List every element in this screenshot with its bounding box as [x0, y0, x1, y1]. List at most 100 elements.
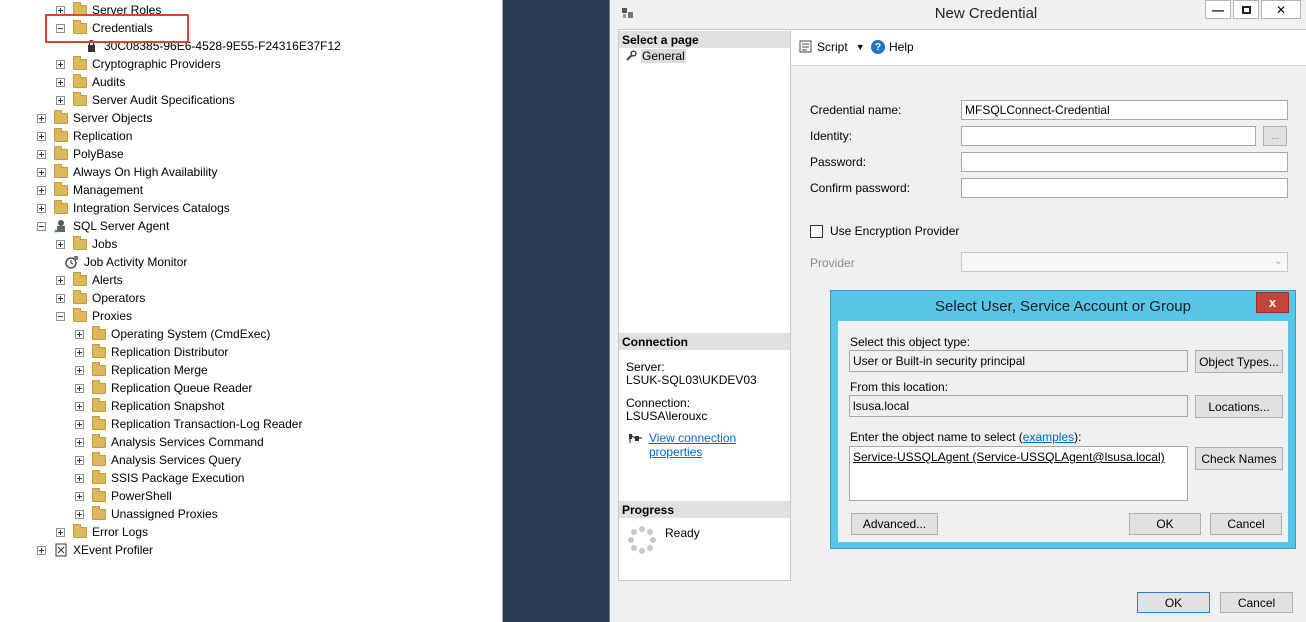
tree-item[interactable]: Audits — [56, 73, 125, 91]
examples-link[interactable]: examples — [1023, 430, 1074, 444]
expand-icon[interactable] — [56, 527, 65, 537]
tree-item[interactable]: Replication Transaction-Log Reader — [75, 415, 302, 433]
tree-item[interactable]: Replication Queue Reader — [75, 379, 252, 397]
expand-icon[interactable] — [56, 293, 65, 303]
page-general[interactable]: General — [625, 48, 686, 64]
tree-item[interactable]: XEvent Profiler — [37, 541, 153, 559]
select-cancel-button[interactable]: Cancel — [1210, 513, 1282, 535]
tree-item-label: SQL Server Agent — [73, 219, 170, 233]
tree-item[interactable]: Error Logs — [56, 523, 148, 541]
checkbox-box — [810, 224, 823, 238]
expand-icon[interactable] — [37, 131, 46, 141]
chevron-down-icon: ⌄ — [1273, 255, 1283, 267]
expand-icon[interactable] — [75, 347, 84, 357]
expand-icon[interactable] — [75, 473, 84, 483]
tree-item[interactable]: SQL Server Agent — [37, 217, 169, 235]
expand-icon[interactable] — [37, 545, 46, 555]
tree-item[interactable]: Replication Snapshot — [75, 397, 224, 415]
tree-item[interactable]: Operating System (CmdExec) — [75, 325, 270, 343]
object-name-label-prefix: Enter the object name to select ( — [850, 430, 1023, 444]
expand-icon[interactable] — [75, 509, 84, 519]
ok-button[interactable]: OK — [1137, 592, 1210, 613]
expand-icon[interactable] — [75, 329, 84, 339]
tree-item[interactable]: Replication — [37, 127, 132, 145]
credential-name-label: Credential name: — [810, 103, 902, 117]
tree-item[interactable]: Operators — [56, 289, 145, 307]
object-name-textarea[interactable]: Service-USSQLAgent (Service-USSQLAgent@l… — [849, 446, 1188, 501]
tree-item[interactable]: Server Objects — [37, 109, 152, 127]
object-type-field: User or Built-in security principal — [849, 350, 1188, 372]
tree-item[interactable]: Replication Distributor — [75, 343, 228, 361]
advanced-button[interactable]: Advanced... — [851, 513, 938, 535]
locations-button[interactable]: Locations... — [1195, 395, 1283, 418]
tree-item[interactable]: Job Activity Monitor — [56, 253, 187, 271]
collapse-icon[interactable] — [37, 221, 46, 231]
tree-item[interactable]: Analysis Services Command — [75, 433, 264, 451]
title-bar: New Credential — ✕ — [610, 0, 1306, 29]
tree-item[interactable]: Analysis Services Query — [75, 451, 241, 469]
select-dialog-body: Select this object type: User or Built-i… — [838, 321, 1288, 542]
expand-icon[interactable] — [75, 365, 84, 375]
progress-header: Progress — [619, 501, 790, 518]
tree-item-label: Management — [73, 183, 144, 197]
folder-icon — [73, 307, 87, 322]
expand-icon[interactable] — [37, 203, 46, 213]
expand-icon[interactable] — [75, 383, 84, 393]
folder-icon — [54, 181, 68, 196]
password-input[interactable] — [961, 152, 1288, 172]
tree-item[interactable]: Unassigned Proxies — [75, 505, 218, 523]
expand-icon[interactable] — [37, 185, 46, 195]
minimize-button[interactable]: — — [1205, 0, 1231, 19]
check-names-button[interactable]: Check Names — [1195, 447, 1283, 470]
dialog-button-bar: OK Cancel — [610, 581, 1306, 622]
tree-item[interactable]: Jobs — [56, 235, 117, 253]
expand-icon[interactable] — [56, 95, 65, 105]
expand-icon[interactable] — [75, 437, 84, 447]
tree-item[interactable]: Cryptographic Providers — [56, 55, 221, 73]
tree-item[interactable]: Replication Merge — [75, 361, 208, 379]
confirm-password-input[interactable] — [961, 178, 1288, 198]
tree-item[interactable]: Server Audit Specifications — [56, 91, 235, 109]
view-connection-properties-link[interactable]: View connection properties — [649, 431, 790, 459]
tree-item[interactable]: Proxies — [56, 307, 132, 325]
confirm-password-label: Confirm password: — [810, 181, 911, 195]
identity-browse-button[interactable]: ... — [1263, 126, 1287, 146]
expand-icon[interactable] — [37, 149, 46, 159]
select-dialog-close-button[interactable]: x — [1256, 292, 1289, 313]
cancel-button[interactable]: Cancel — [1220, 592, 1293, 613]
credential-name-input[interactable]: MFSQLConnect-Credential — [961, 100, 1288, 120]
expand-icon[interactable] — [37, 167, 46, 177]
expand-icon[interactable] — [75, 419, 84, 429]
help-button[interactable]: ? Help — [871, 40, 914, 54]
expand-icon[interactable] — [56, 239, 65, 249]
maximize-icon — [1241, 5, 1251, 14]
expand-icon[interactable] — [75, 455, 84, 465]
identity-input[interactable] — [961, 126, 1256, 146]
use-encryption-provider-checkbox[interactable]: Use Encryption Provider — [810, 224, 959, 238]
tree-item[interactable]: PowerShell — [75, 487, 172, 505]
object-types-button[interactable]: Object Types... — [1195, 350, 1283, 373]
close-button[interactable]: ✕ — [1261, 0, 1301, 19]
close-icon: x — [1268, 295, 1277, 310]
tree-item[interactable]: Alerts — [56, 271, 123, 289]
collapse-icon[interactable] — [56, 311, 65, 321]
expand-icon[interactable] — [75, 401, 84, 411]
tree-item[interactable]: SSIS Package Execution — [75, 469, 244, 487]
select-ok-button[interactable]: OK — [1129, 513, 1201, 535]
progress-status: Ready — [665, 526, 700, 540]
expand-icon[interactable] — [37, 113, 46, 123]
tree-item[interactable]: Integration Services Catalogs — [37, 199, 230, 217]
expand-icon[interactable] — [56, 275, 65, 285]
tree-item[interactable]: Management — [37, 181, 143, 199]
tree-item[interactable]: Always On High Availability — [37, 163, 218, 181]
maximize-button[interactable] — [1233, 0, 1259, 19]
background-area — [502, 0, 609, 622]
tree-item-label: Cryptographic Providers — [92, 57, 221, 71]
expand-icon[interactable] — [75, 491, 84, 501]
object-name-value: Service-USSQLAgent (Service-USSQLAgent@l… — [853, 450, 1165, 464]
tree-item[interactable]: PolyBase — [37, 145, 124, 163]
script-button[interactable]: Script ▼ — [799, 40, 865, 54]
tree-item-label: Replication Transaction-Log Reader — [111, 417, 303, 431]
expand-icon[interactable] — [56, 59, 65, 69]
expand-icon[interactable] — [56, 77, 65, 87]
